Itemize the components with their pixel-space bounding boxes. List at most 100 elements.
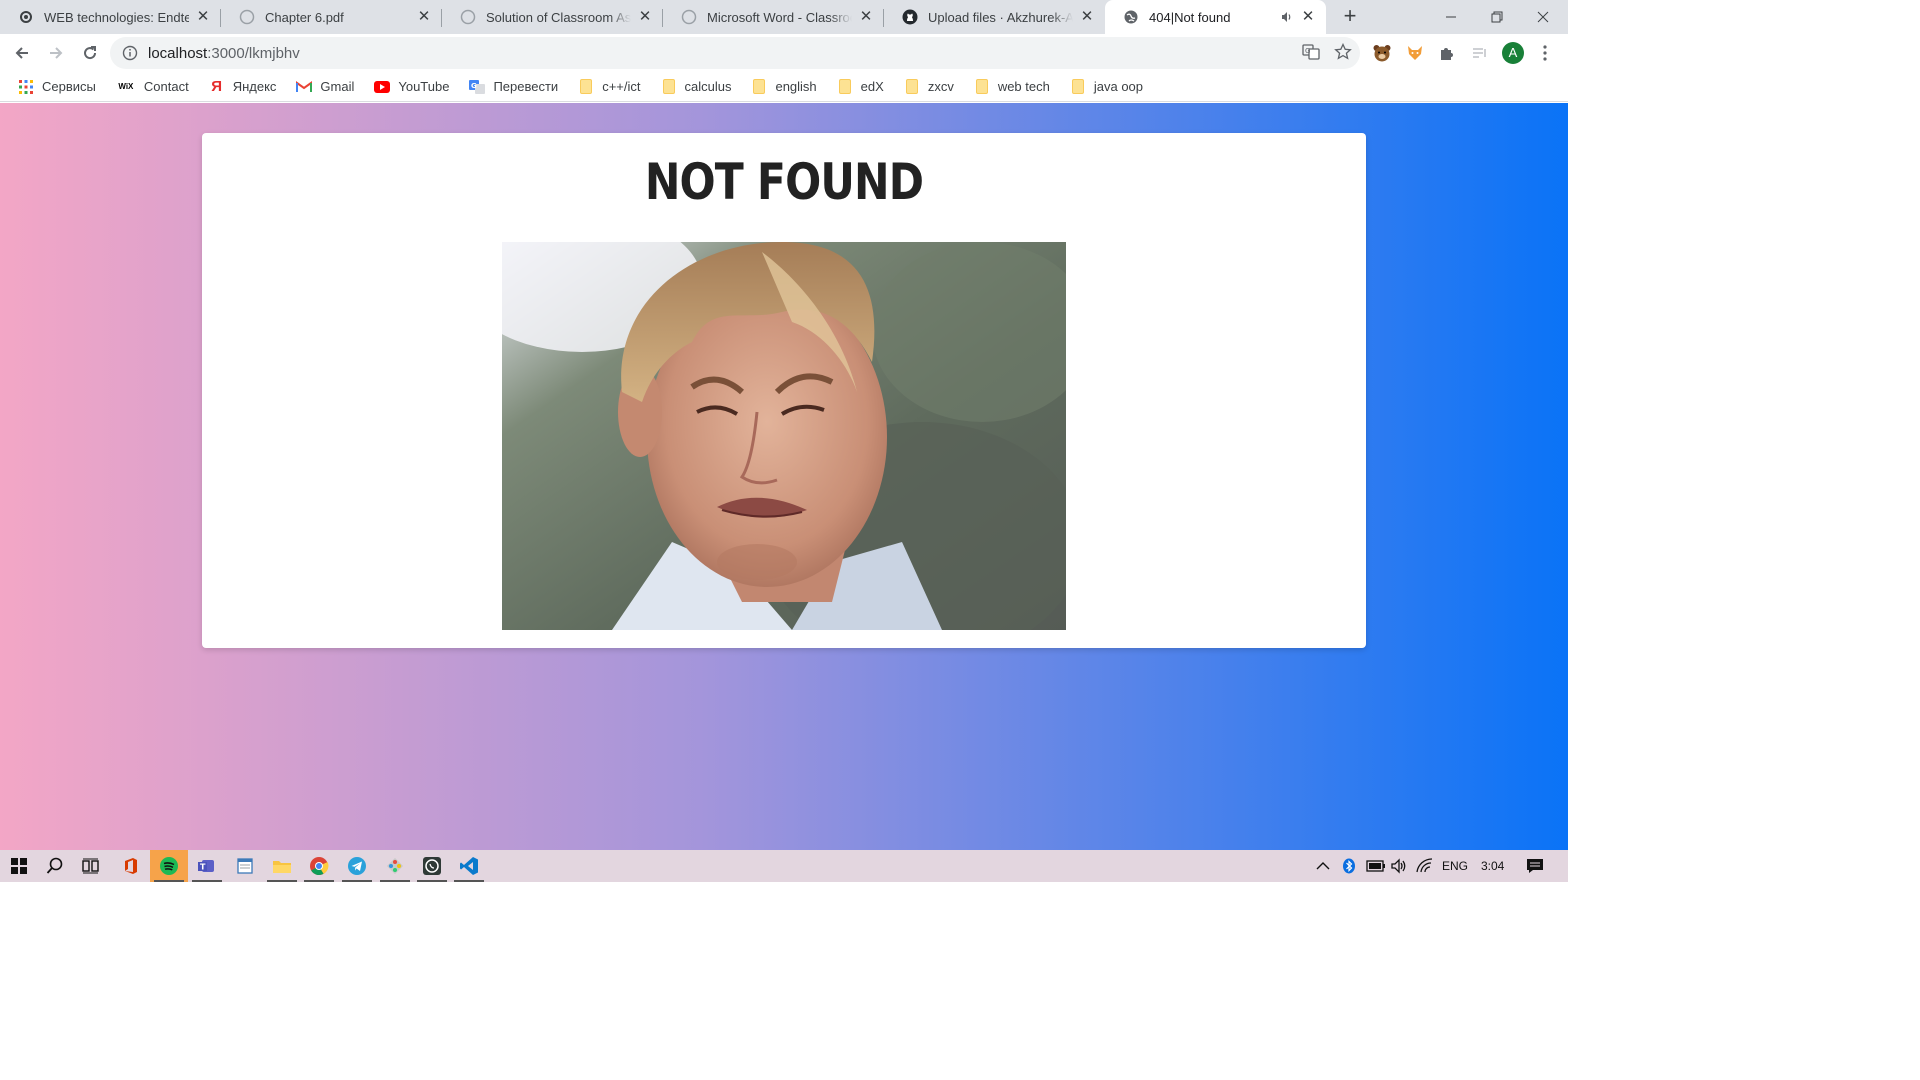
bookmark-gmail[interactable]: Gmail (292, 74, 358, 100)
office-app[interactable] (112, 850, 150, 882)
input-language[interactable]: ENG (1442, 850, 1468, 882)
search-button[interactable] (36, 850, 74, 882)
bookmark-label: Contact (143, 79, 189, 94)
notification-icon (1527, 859, 1543, 873)
bookmark-label: Перевести (493, 79, 559, 94)
reading-list-icon[interactable] (1465, 38, 1495, 68)
bookmark-folder-zxcv[interactable]: zxcv (900, 74, 958, 100)
bear-extension-icon[interactable] (1367, 38, 1397, 68)
bookmark-label: YouTube (398, 79, 450, 94)
spotify-icon (160, 857, 178, 875)
omnibox-actions: G (1302, 42, 1352, 64)
close-icon[interactable]: ✕ (1300, 9, 1316, 25)
minimize-icon (1446, 16, 1456, 18)
bookmark-folder-edx[interactable]: edX (833, 74, 888, 100)
teams-app[interactable]: T (188, 850, 226, 882)
telegram-icon (348, 857, 366, 875)
fox-extension-icon[interactable] (1400, 38, 1430, 68)
bookmark-folder-calculus[interactable]: calculus (657, 74, 736, 100)
translate-icon[interactable]: G (1302, 43, 1320, 64)
forward-button[interactable] (40, 37, 72, 69)
start-button[interactable] (0, 850, 38, 882)
tab-upload-files[interactable]: Upload files · Akzhurek-A/En ✕ (884, 0, 1105, 34)
folder-icon (837, 79, 853, 95)
bookmark-label: java oop (1093, 79, 1144, 94)
puzzle-extensions-icon[interactable] (1432, 38, 1462, 68)
chrome-app[interactable] (300, 850, 338, 882)
star-icon[interactable] (1334, 42, 1352, 64)
notifications-button[interactable] (1526, 850, 1544, 882)
arrow-left-icon (15, 47, 28, 59)
svg-text:G: G (471, 82, 477, 90)
clock[interactable]: 3:04 (1481, 850, 1504, 882)
new-tab-button[interactable]: + (1336, 3, 1364, 31)
minimize-button[interactable] (1428, 0, 1474, 34)
whatsapp-app[interactable] (413, 850, 451, 882)
task-view-button[interactable] (72, 850, 110, 882)
folder-icon (273, 861, 291, 873)
bluetooth-icon[interactable] (1342, 850, 1356, 882)
teams-icon: T (198, 860, 214, 872)
restore-button[interactable] (1474, 0, 1520, 34)
tab-title: Chapter 6.pdf (265, 9, 344, 25)
folder-icon (661, 79, 677, 95)
folder-icon (578, 79, 594, 95)
info-icon[interactable] (122, 45, 138, 61)
bookmark-folder-cpp-ict[interactable]: c++/ict (574, 74, 644, 100)
tab-title: Solution of Classroom Assign (486, 9, 631, 25)
close-icon[interactable]: ✕ (637, 9, 653, 25)
tab-chapter-6[interactable]: Chapter 6.pdf ✕ (221, 0, 442, 34)
tab-title: WEB technologies: Endterm (44, 9, 189, 25)
telegram-app[interactable] (338, 850, 376, 882)
show-hidden-icons-button[interactable] (1316, 850, 1330, 882)
bookmark-contact[interactable]: WiX Contact (112, 74, 193, 100)
gmail-icon (296, 79, 313, 95)
task-view-icon (82, 858, 99, 874)
bookmark-label: edX (860, 79, 884, 94)
arrow-right-icon (50, 47, 63, 59)
tab-title: Upload files · Akzhurek-A/En (928, 9, 1073, 25)
volume-icon[interactable] (1390, 850, 1408, 882)
vscode-app[interactable] (450, 850, 488, 882)
bookmark-translate[interactable]: G Перевести (465, 74, 562, 100)
speaker-icon[interactable] (1280, 10, 1294, 24)
bookmark-yandex[interactable]: Я Яндекс (205, 74, 281, 100)
bookmark-youtube[interactable]: YouTube (370, 74, 453, 100)
file-explorer-app[interactable] (263, 850, 301, 882)
bookmark-folder-web-tech[interactable]: web tech (970, 74, 1054, 100)
bookmark-folder-english[interactable]: english (747, 74, 820, 100)
whatsapp-icon (423, 857, 441, 875)
tab-solution-classroom[interactable]: Solution of Classroom Assign ✕ (442, 0, 663, 34)
address-bar[interactable]: localhost:3000/lkmjbhv G (110, 37, 1360, 69)
folder-icon (904, 79, 920, 95)
reload-button[interactable] (74, 37, 106, 69)
close-icon[interactable]: ✕ (858, 9, 874, 25)
notepad-app[interactable] (226, 850, 264, 882)
crying-man-image (502, 242, 1066, 630)
close-icon[interactable]: ✕ (416, 9, 432, 25)
folder-icon (974, 79, 990, 95)
close-icon[interactable]: ✕ (1079, 9, 1095, 25)
page-title: NOT FOUND (644, 153, 924, 211)
battery-icon[interactable] (1366, 850, 1386, 882)
not-found-card: NOT FOUND (202, 133, 1366, 648)
url-text[interactable]: localhost:3000/lkmjbhv (148, 45, 300, 62)
tab-microsoft-word[interactable]: Microsoft Word - Classroom ✕ (663, 0, 884, 34)
tab-web-technologies[interactable]: WEB technologies: Endterm ✕ (0, 0, 221, 34)
tab-404-not-found[interactable]: 404|Not found ✕ (1105, 0, 1326, 34)
menu-button[interactable] (1530, 38, 1560, 68)
close-window-button[interactable] (1520, 0, 1566, 34)
back-button[interactable] (6, 37, 38, 69)
github-icon (902, 9, 918, 25)
close-icon[interactable]: ✕ (195, 9, 211, 25)
page-background: NOT FOUND (0, 103, 1568, 850)
gear-icon (18, 9, 34, 25)
bookmark-services[interactable]: Сервисы (14, 74, 100, 100)
profile-button[interactable]: A (1498, 38, 1528, 68)
bookmark-folder-java-oop[interactable]: java oop (1066, 74, 1147, 100)
spotify-app[interactable] (150, 850, 188, 882)
bookmark-label: Gmail (320, 79, 355, 94)
bookmark-label: english (775, 79, 817, 94)
wifi-icon[interactable] (1416, 850, 1434, 882)
paint-app[interactable] (376, 850, 414, 882)
